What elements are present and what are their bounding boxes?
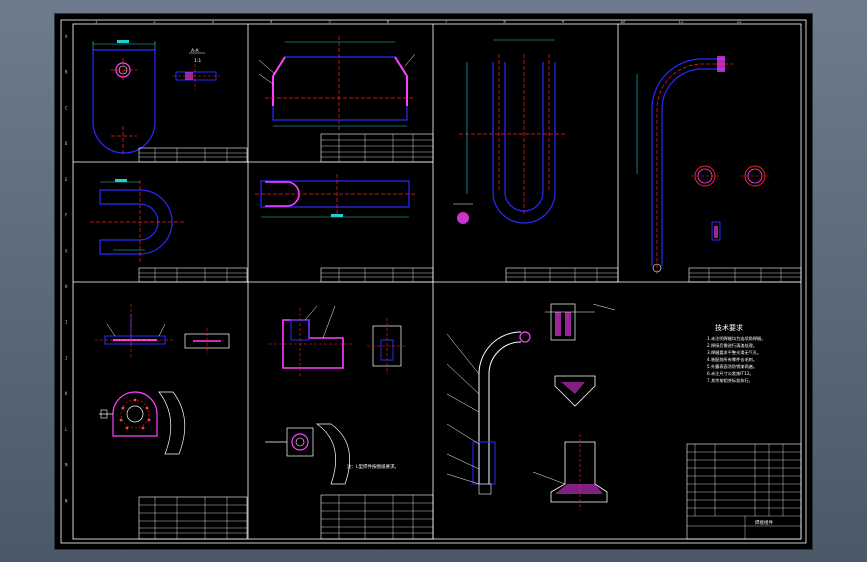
view-assembly-pipe [446,303,616,510]
view-bent-pipe [636,56,769,274]
view-u-tube [453,39,567,224]
title-block-3 [505,267,619,283]
grid-letter: C [65,105,68,110]
grid-letter: J [65,355,67,360]
grid-letter: K [65,391,68,396]
title-block-8 [320,494,434,540]
grid-letter: D [65,141,68,146]
view-bracket-flange [95,304,230,455]
callout-note: 注：L型焊件按图纸要求。 [347,463,399,470]
notes-heading: 技术要求 [715,323,743,332]
view-plate-with-hole [92,40,156,154]
title-block-7 [138,496,248,540]
note-line: 3.焊缝要求平整光滑无气孔。 [707,349,761,356]
view-trapezoid-plate [258,36,416,132]
drawing-sheet: A B C D E F G H I J K L M N 1 2 3 4 5 6 7 8 9 10 11 12 A-A 1:1 [55,14,812,549]
panel-dividers [73,24,801,539]
grid-letter: M [65,463,68,468]
grid-number: 12 [737,19,742,24]
title-block-5 [138,267,248,283]
note-line: 1.未注明焊缝均为连续角焊缝。 [707,335,765,342]
view-long-tube [255,174,417,218]
cad-drawing: ABCDEFGHIJKLMN1 2 3 4 5 6 7 8 9 10 11 12 A-A 1:1 [60,19,807,544]
note-line: 4.装配前所有零件去毛刺。 [707,356,757,363]
grid-letter: A [65,34,68,39]
grid-letter: B [65,70,68,75]
grid-number: 10 [620,19,625,24]
note-line: 5.外露表面涂防锈漆两遍。 [707,363,757,370]
view-section-a-a: A-A 1:1 [173,48,220,90]
grid-letter: L [65,427,68,432]
grid-number: 11 [678,19,683,24]
title-block-2 [320,133,434,163]
technical-notes: 技术要求 1.未注明焊缝均为连续角焊缝。2.焊接后需进行清渣处理。3.焊缝要求平… [707,323,765,384]
note-line: 6.未注尺寸公差按IT12。 [707,370,754,377]
note-line: 2.焊接后需进行清渣处理。 [707,342,757,349]
grid-letter: F [65,213,68,218]
outer-border [60,19,807,544]
grid-letter: H [65,284,68,289]
title-block-6 [320,267,434,283]
view-channel-weld: 注：L型焊件按图纸要求。 [265,305,407,485]
grid-letter: N [65,498,68,503]
grid-letter: G [65,248,68,253]
grid-letter: I [65,320,68,325]
title-block-4 [688,267,802,283]
note-line: 7.其余按相关标准执行。 [707,377,753,384]
scale-label: 1:1 [194,58,201,64]
grid-letter: E [65,177,68,182]
border-grid-labels: ABCDEFGHIJKLMN1 2 3 4 5 6 7 8 9 10 11 12 [65,19,742,503]
drawing-name: 焊接组件 [755,519,773,526]
title-block-1 [138,147,248,163]
view-u-bar [90,179,185,264]
inner-border [72,23,802,540]
main-title-block: 焊接组件 [686,443,802,540]
